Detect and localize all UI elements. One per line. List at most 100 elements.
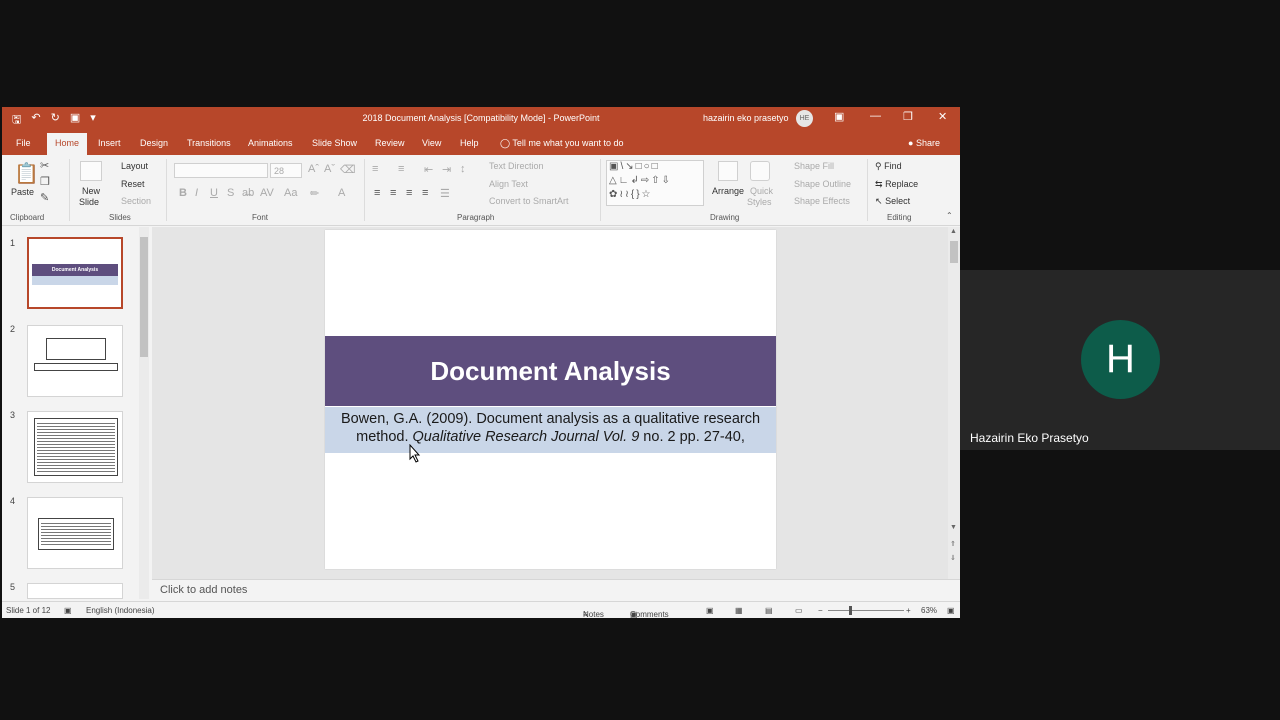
notes-pane[interactable]: Click to add notes bbox=[152, 579, 960, 601]
line-spacing-icon[interactable]: ↕ bbox=[460, 163, 466, 175]
new-slide-label-2[interactable]: Slide bbox=[79, 197, 99, 207]
new-slide-label-1[interactable]: New bbox=[82, 186, 100, 196]
select-button[interactable]: ↖ Select bbox=[875, 196, 910, 207]
shapes-row-3-icon[interactable]: ✿≀≀{}☆ bbox=[609, 189, 653, 200]
participant-tile[interactable]: H Hazairin Eko Prasetyo bbox=[960, 270, 1280, 450]
current-slide[interactable]: Document Analysis Bowen, G.A. (2009). Do… bbox=[325, 230, 776, 569]
quick-styles-icon[interactable] bbox=[750, 161, 770, 181]
font-color-icon[interactable]: A bbox=[338, 187, 345, 199]
previous-slide-icon[interactable]: ⇑ bbox=[950, 540, 956, 548]
thumbnail-slide-4[interactable] bbox=[27, 497, 123, 569]
next-slide-icon[interactable]: ⇓ bbox=[950, 554, 956, 562]
reset-button[interactable]: Reset bbox=[121, 179, 145, 189]
align-center-icon[interactable]: ≡ bbox=[390, 187, 396, 199]
tab-slide-show[interactable]: Slide Show bbox=[312, 138, 357, 148]
tab-file[interactable]: File bbox=[16, 138, 31, 148]
tab-animations[interactable]: Animations bbox=[248, 138, 293, 148]
slideshow-view-icon[interactable]: ▭ bbox=[795, 606, 803, 615]
user-name[interactable]: hazairin eko prasetyo bbox=[703, 113, 789, 123]
ribbon-display-icon[interactable]: ▣ bbox=[834, 110, 844, 123]
tab-design[interactable]: Design bbox=[140, 138, 168, 148]
notes-placeholder[interactable]: Click to add notes bbox=[160, 584, 247, 596]
arrange-icon[interactable] bbox=[718, 161, 738, 181]
slide-title[interactable]: Document Analysis bbox=[325, 356, 776, 387]
thumbnail-scroll-thumb[interactable] bbox=[140, 237, 148, 357]
align-text-button[interactable]: Align Text bbox=[489, 179, 528, 189]
zoom-slider-knob[interactable] bbox=[849, 606, 852, 615]
spellcheck-icon[interactable]: ▣ bbox=[64, 606, 72, 615]
replace-button[interactable]: ⇆ Replace bbox=[875, 179, 918, 190]
shapes-gallery[interactable]: ▣\↘□○□ △∟↲⇨⇧⇩ ✿≀≀{}☆ bbox=[606, 160, 704, 206]
bullets-icon[interactable]: ≡ bbox=[372, 163, 378, 175]
collapse-ribbon-icon[interactable]: ⌃ bbox=[946, 211, 953, 220]
underline-icon[interactable]: U bbox=[210, 187, 218, 199]
scroll-down-icon[interactable]: ▼ bbox=[950, 524, 957, 531]
normal-view-icon[interactable]: ▣ bbox=[706, 606, 714, 615]
shadow-icon[interactable]: S bbox=[227, 187, 234, 199]
shapes-row-1-icon[interactable]: ▣\↘□○□ bbox=[609, 161, 660, 172]
zoom-out-icon[interactable]: − bbox=[818, 606, 823, 615]
align-left-icon[interactable]: ≡ bbox=[374, 187, 380, 199]
quick-styles-label-2[interactable]: Styles bbox=[747, 197, 772, 207]
tab-view[interactable]: View bbox=[422, 138, 441, 148]
paste-label[interactable]: Paste bbox=[11, 187, 34, 197]
zoom-level[interactable]: 63% bbox=[921, 606, 937, 615]
font-size-select[interactable]: 28 bbox=[270, 163, 302, 178]
shape-effects-button[interactable]: Shape Effects bbox=[794, 196, 850, 206]
layout-button[interactable]: Layout bbox=[121, 161, 148, 171]
quick-styles-label-1[interactable]: Quick bbox=[750, 186, 773, 196]
clear-format-icon[interactable]: ⌫ bbox=[340, 163, 356, 176]
zoom-slider[interactable] bbox=[828, 610, 904, 611]
language-indicator[interactable]: English (Indonesia) bbox=[86, 606, 154, 615]
format-painter-icon[interactable]: ✎ bbox=[40, 191, 49, 204]
zoom-in-icon[interactable]: + bbox=[906, 606, 911, 615]
thumbnail-slide-2[interactable] bbox=[27, 325, 123, 397]
tab-insert[interactable]: Insert bbox=[98, 138, 121, 148]
tab-transitions[interactable]: Transitions bbox=[187, 138, 231, 148]
thumbnail-slide-5[interactable] bbox=[27, 583, 123, 599]
minimize-icon[interactable]: — bbox=[870, 110, 881, 122]
italic-icon[interactable]: I bbox=[195, 187, 198, 199]
tab-help[interactable]: Help bbox=[460, 138, 479, 148]
decrease-font-icon[interactable]: Aˇ bbox=[324, 163, 335, 175]
decrease-indent-icon[interactable]: ⇤ bbox=[424, 163, 433, 176]
reading-view-icon[interactable]: ▤ bbox=[765, 606, 773, 615]
shape-outline-button[interactable]: Shape Outline bbox=[794, 179, 851, 189]
thumbnail-slide-1[interactable]: Document Analysis bbox=[27, 237, 123, 309]
shapes-row-2-icon[interactable]: △∟↲⇨⇧⇩ bbox=[609, 175, 672, 186]
cut-icon[interactable]: ✂ bbox=[40, 159, 49, 172]
convert-smartart-button[interactable]: Convert to SmartArt bbox=[489, 196, 569, 206]
increase-font-icon[interactable]: Aˆ bbox=[308, 163, 319, 175]
columns-icon[interactable]: ☰ bbox=[440, 187, 450, 200]
restore-icon[interactable]: ❐ bbox=[903, 110, 913, 123]
find-button[interactable]: ⚲ Find bbox=[875, 161, 902, 172]
increase-indent-icon[interactable]: ⇥ bbox=[442, 163, 451, 176]
align-right-icon[interactable]: ≡ bbox=[406, 187, 412, 199]
paste-icon[interactable]: 📋 bbox=[14, 161, 39, 186]
fit-slide-icon[interactable]: ▣ bbox=[947, 606, 955, 615]
thumbnail-slide-3[interactable] bbox=[27, 411, 123, 483]
spacing-icon[interactable]: AV bbox=[260, 187, 274, 199]
font-name-select[interactable] bbox=[174, 163, 268, 178]
tab-review[interactable]: Review bbox=[375, 138, 405, 148]
scroll-up-icon[interactable]: ▲ bbox=[950, 228, 957, 235]
new-slide-icon[interactable] bbox=[80, 161, 102, 181]
slide-vertical-scrollbar[interactable]: ▲ ▼ ⇑ ⇓ bbox=[948, 227, 960, 579]
highlight-icon[interactable]: ✏ bbox=[310, 187, 319, 200]
text-direction-button[interactable]: Text Direction bbox=[489, 161, 544, 171]
change-case-icon[interactable]: Aa bbox=[284, 187, 297, 199]
share-button[interactable]: ● Share bbox=[908, 138, 940, 148]
bold-icon[interactable]: B bbox=[179, 187, 187, 199]
tell-me-box[interactable]: ◯ Tell me what you want to do bbox=[500, 138, 623, 149]
arrange-label[interactable]: Arrange bbox=[712, 186, 744, 196]
copy-icon[interactable]: ❐ bbox=[40, 175, 50, 188]
close-icon[interactable]: ✕ bbox=[938, 110, 947, 123]
section-button[interactable]: Section bbox=[121, 196, 151, 206]
thumbnail-scrollbar[interactable] bbox=[139, 227, 149, 599]
strikethrough-icon[interactable]: a̶b bbox=[242, 187, 254, 199]
tab-home[interactable]: Home bbox=[47, 133, 88, 155]
justify-icon[interactable]: ≡ bbox=[422, 187, 428, 199]
slide-scroll-thumb[interactable] bbox=[950, 241, 958, 263]
user-avatar[interactable]: HE bbox=[796, 110, 813, 127]
slide-sorter-icon[interactable]: ▦ bbox=[735, 606, 743, 615]
